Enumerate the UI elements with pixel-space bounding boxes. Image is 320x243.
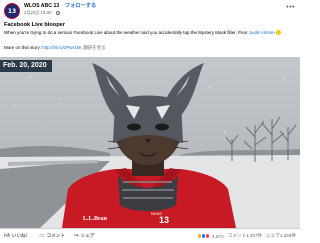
globe-icon	[55, 10, 60, 15]
avatar-text: 13	[7, 7, 17, 15]
video-frame: L.L.Bean NEWS 13	[0, 57, 300, 228]
share-icon: ↪	[73, 232, 79, 239]
header-row: WLOS ABC 13 · フォローする	[24, 3, 96, 10]
post-header-text: WLOS ABC 13 · フォローする 2月20日 19:30 ·	[24, 3, 96, 16]
separator-dot: ·	[61, 3, 63, 9]
post-meta: 2月20日 19:30 ·	[24, 10, 96, 16]
reaction-count: 4,572	[212, 233, 224, 239]
comment-count[interactable]: コメント1,437件	[228, 233, 262, 239]
post-title: Facebook Live blooper	[4, 22, 65, 28]
love-reaction-icon	[204, 233, 211, 239]
mask-left-eye	[127, 123, 141, 131]
translate-link[interactable]: 翻訳を見る	[83, 45, 106, 50]
jacket-logo-number: 13	[159, 215, 169, 225]
post-header: 13 WLOS ABC 13 · フォローする 2月20日 19:30 ·	[4, 3, 96, 23]
comment-button[interactable]: ▭ コメント	[39, 233, 65, 239]
tagged-person-link[interactable]: Justin Hinton	[249, 30, 275, 35]
share-count[interactable]: シェア4,469件	[266, 233, 296, 239]
video-player[interactable]: L.L.Bean NEWS 13 Feb. 20, 2020	[0, 57, 300, 228]
post-timestamp[interactable]: 2月20日 19:30	[24, 10, 51, 15]
follow-button[interactable]: フォローする	[65, 3, 96, 9]
jacket-brand-text: L.L.Bean	[83, 216, 108, 222]
post-description: When you're trying to do a serious Faceb…	[4, 30, 294, 36]
like-icon: 👍︎	[4, 232, 10, 239]
page-avatar[interactable]: 13	[4, 3, 20, 19]
grimace-emoji-icon	[276, 30, 282, 35]
share-label: シェア	[80, 233, 95, 238]
description-text: When you're trying to do a serious Faceb…	[4, 30, 249, 35]
more-story-line: More on this story: http://bit.ly/2Pwr1k…	[4, 45, 106, 51]
meta-dot: ·	[51, 10, 55, 15]
facebook-post: 13 WLOS ABC 13 · フォローする 2月20日 19:30 · ••• …	[0, 0, 300, 243]
more-prefix: More on this story:	[4, 45, 43, 50]
story-link[interactable]: http://bit.ly/2Pwr1kK	[42, 45, 82, 50]
comment-icon: ▭	[39, 232, 45, 239]
reaction-summary[interactable]: 4,572 コメント1,437件 シェア4,469件	[196, 233, 296, 239]
more-icon[interactable]: •••	[286, 4, 295, 11]
like-label: いいね！	[11, 233, 31, 238]
post-action-bar: 👍︎ いいね！ ▭ コメント ↪ シェア 4,572 コメント1,437件 シェア4,…	[0, 228, 300, 243]
page-name[interactable]: WLOS ABC 13	[24, 3, 59, 9]
like-button[interactable]: 👍︎ いいね！	[4, 233, 30, 239]
mask-right-eye	[155, 123, 169, 131]
share-button[interactable]: ↪ シェア	[74, 233, 94, 239]
comment-label: コメント	[46, 233, 65, 238]
date-badge: Feb. 20, 2020	[0, 60, 52, 72]
